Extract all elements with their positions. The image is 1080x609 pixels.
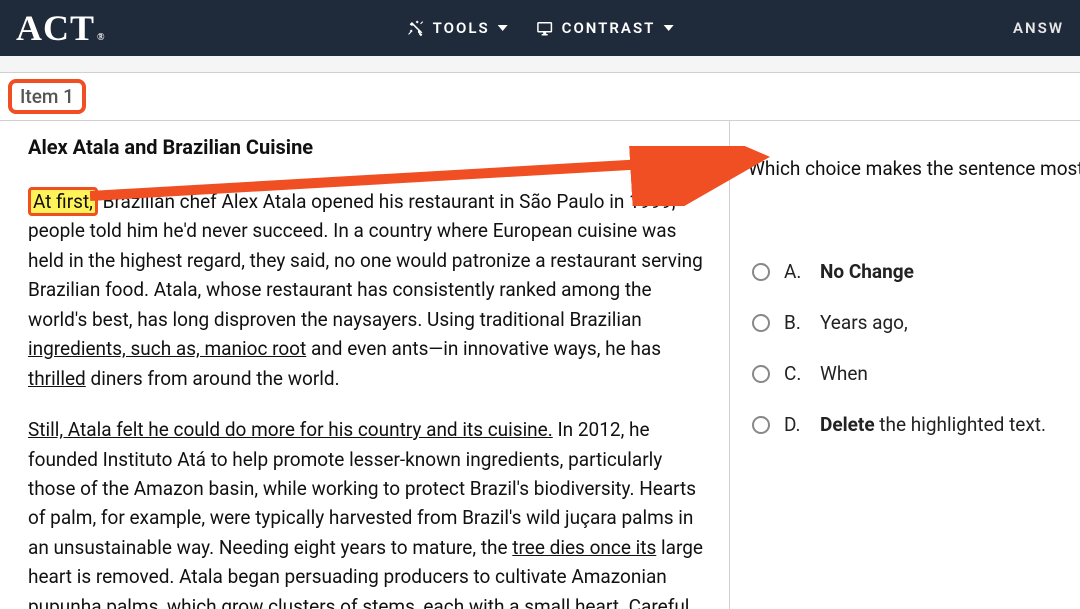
p1-text-b: and even ants—in innovative ways, he has: [306, 337, 661, 360]
choice-text: Delete the highlighted text.: [820, 413, 1046, 436]
highlighted-text[interactable]: At first,: [28, 187, 98, 216]
top-bar: ACT® TOOLS CONTRAST ANSW: [0, 0, 1080, 56]
choice-d[interactable]: D. Delete the highlighted text.: [752, 413, 1080, 436]
radio-icon: [752, 263, 770, 281]
monitor-icon: [536, 19, 554, 37]
radio-icon: [752, 416, 770, 434]
tools-dropdown[interactable]: TOOLS: [407, 19, 508, 37]
answer-button-partial[interactable]: ANSW: [1013, 19, 1064, 37]
act-logo: ACT®: [16, 7, 106, 49]
paragraph-2: Still, Atala felt he could do more for h…: [28, 415, 709, 609]
answer-choices: A. No Change B. Years ago, C. When D. De…: [748, 260, 1080, 436]
contrast-label: CONTRAST: [562, 19, 656, 37]
passage-pane: Alex Atala and Brazilian Cuisine At firs…: [0, 121, 730, 609]
contrast-dropdown[interactable]: CONTRAST: [536, 19, 674, 37]
tools-label: TOOLS: [433, 19, 490, 37]
radio-icon: [752, 365, 770, 383]
question-pane: Which choice makes the sentence most gra…: [730, 121, 1080, 609]
choice-a[interactable]: A. No Change: [752, 260, 1080, 283]
choice-text: Years ago,: [820, 311, 908, 334]
content-area: Alex Atala and Brazilian Cuisine At firs…: [0, 121, 1080, 609]
topbar-center: TOOLS CONTRAST: [407, 19, 674, 37]
choice-letter: B.: [784, 311, 806, 334]
tools-icon: [407, 19, 425, 37]
p1-text-c: diners from around the world.: [86, 367, 340, 390]
choice-c[interactable]: C. When: [752, 362, 1080, 385]
choice-letter: C.: [784, 362, 806, 385]
choice-text: No Change: [820, 260, 914, 283]
p1-text-a: Brazilian chef Alex Atala opened his res…: [28, 190, 703, 331]
choice-b[interactable]: B. Years ago,: [752, 311, 1080, 334]
choice-letter: D.: [784, 413, 806, 436]
passage-title: Alex Atala and Brazilian Cuisine: [28, 135, 709, 169]
radio-icon: [752, 314, 770, 332]
caret-down-icon: [663, 25, 673, 31]
choice-letter: A.: [784, 260, 806, 283]
caret-down-icon: [498, 25, 508, 31]
item-label: Item 1: [8, 79, 86, 114]
choice-text: When: [820, 362, 868, 385]
paragraph-1: At first, Brazilian chef Alex Atala open…: [28, 187, 709, 393]
question-stem: Which choice makes the sentence most gra…: [748, 157, 1080, 180]
underline-2[interactable]: thrilled: [28, 367, 86, 390]
item-bar: Item 1: [0, 72, 1080, 121]
underline-1[interactable]: ingredients, such as, manioc root: [28, 337, 306, 360]
underline-3[interactable]: Still, Atala felt he could do more for h…: [28, 418, 553, 441]
underline-4[interactable]: tree dies once its: [512, 536, 656, 559]
